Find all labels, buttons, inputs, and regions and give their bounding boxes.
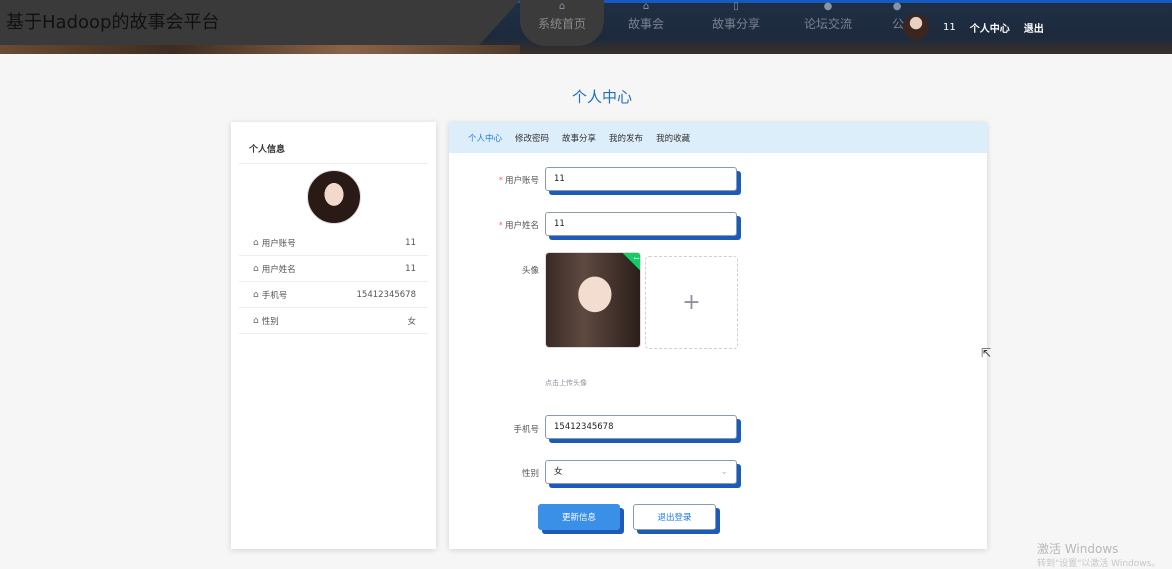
bell-icon: ● (892, 1, 902, 12)
home-icon: ⌂ (253, 315, 259, 326)
phone-field[interactable] (545, 415, 737, 439)
mouse-cursor-icon: ⇱ (981, 346, 992, 360)
profile-row-label: 手机号 (261, 290, 288, 301)
user-area: 11 个人中心 退出 (903, 14, 1044, 40)
profile-row-name: ⌂ 用户姓名 11 (239, 256, 428, 282)
tab-my-favorites[interactable]: 我的收藏 (656, 132, 690, 144)
activation-watermark-sub: 转到"设置"以激活 Windows。 (1037, 559, 1161, 569)
logout-button[interactable]: 退出登录 (633, 504, 716, 530)
profile-row-label: 用户姓名 (261, 264, 296, 275)
account-label: * 用户账号 (498, 176, 539, 186)
plus-icon: + (682, 290, 701, 315)
tab-story-share[interactable]: 故事分享 (562, 132, 596, 144)
profile-avatar (306, 170, 361, 224)
gender-select[interactable]: 女 ⌄ (545, 460, 737, 484)
tab-my-posts[interactable]: 我的发布 (609, 132, 643, 144)
profile-row-value: 11 (405, 263, 416, 274)
nav-label: 论坛交流 (804, 17, 853, 31)
profile-card-heading: 个人信息 (239, 122, 428, 164)
profile-row-account: ⌂ 用户账号 11 (239, 230, 428, 256)
name-input[interactable] (554, 213, 728, 235)
profile-row-gender: ⌂ 性别 女 (239, 308, 428, 334)
check-icon: ✓ (621, 253, 640, 274)
chat-icon: ● (823, 1, 833, 12)
nav-item-story-club[interactable]: ⌂ 故事会 (604, 0, 688, 46)
user-name: 11 (943, 21, 956, 33)
nav-item-home[interactable]: ⌂ 系统首页 (520, 0, 605, 46)
home-icon: ⌂ (253, 237, 259, 248)
personal-center-link[interactable]: 个人中心 (970, 20, 1010, 35)
account-field[interactable] (545, 167, 737, 191)
logout-link[interactable]: 退出 (1024, 20, 1044, 35)
home-icon: ⌂ (253, 263, 259, 274)
avatar[interactable] (903, 14, 929, 40)
nav-label: 故事分享 (712, 17, 761, 31)
nav-item-forum[interactable]: ● 论坛交流 (784, 0, 872, 46)
profile-row-label: 用户账号 (261, 238, 296, 249)
profile-row-label: 性别 (261, 316, 279, 327)
nav-item-story-share[interactable]: ▯ 故事分享 (688, 0, 784, 46)
activation-watermark: 激活 Windows (1037, 542, 1119, 556)
tab-personal-center[interactable]: 个人中心 (468, 132, 502, 144)
home-icon: ⌂ (642, 1, 650, 12)
document-icon: ▯ (733, 1, 739, 12)
profile-row-value: 女 (407, 316, 416, 327)
home-icon: ⌂ (253, 289, 259, 300)
account-input[interactable] (554, 168, 728, 190)
tab-change-password[interactable]: 修改密码 (515, 132, 549, 144)
profile-card: 个人信息 ⌂ 用户账号 11 ⌂ 用户姓名 11 ⌂ 手机号 15412345678 … (231, 122, 436, 549)
avatar-label: 头像 (521, 266, 539, 276)
tab-bar: 个人中心 修改密码 故事分享 我的发布 我的收藏 (449, 122, 987, 153)
name-field[interactable] (545, 212, 737, 236)
profile-row-phone: ⌂ 手机号 15412345678 (239, 282, 428, 308)
chevron-down-icon: ⌄ (720, 467, 728, 477)
main-nav: ⌂ 系统首页 ⌂ 故事会 ▯ 故事分享 ● 论坛交流 ● 公告 (520, 0, 922, 46)
profile-row-value: 15412345678 (356, 289, 417, 300)
nav-label: 系统首页 (538, 17, 587, 31)
profile-form-card: 个人中心 修改密码 故事分享 我的发布 我的收藏 *用户账号 *用户姓名 头像 … (449, 122, 987, 549)
upload-tip: 点击上传头像 (545, 379, 587, 387)
page-title: 个人中心 (571, 88, 632, 106)
phone-input[interactable] (554, 416, 728, 438)
nav-label: 故事会 (628, 17, 665, 31)
profile-row-value: 11 (405, 237, 416, 248)
phone-label: 手机号 (513, 425, 539, 435)
header-banner-strip (0, 45, 520, 54)
home-icon: ⌂ (558, 1, 566, 12)
gender-selected-value: 女 (554, 467, 563, 477)
update-info-button[interactable]: 更新信息 (538, 504, 620, 530)
gender-label: 性别 (521, 469, 539, 479)
uploaded-avatar-image[interactable]: ✓ (545, 252, 641, 348)
site-title: 基于Hadoop的故事会平台 (6, 12, 220, 33)
upload-add-button[interactable]: + (645, 256, 738, 349)
name-label: * 用户姓名 (498, 221, 539, 231)
